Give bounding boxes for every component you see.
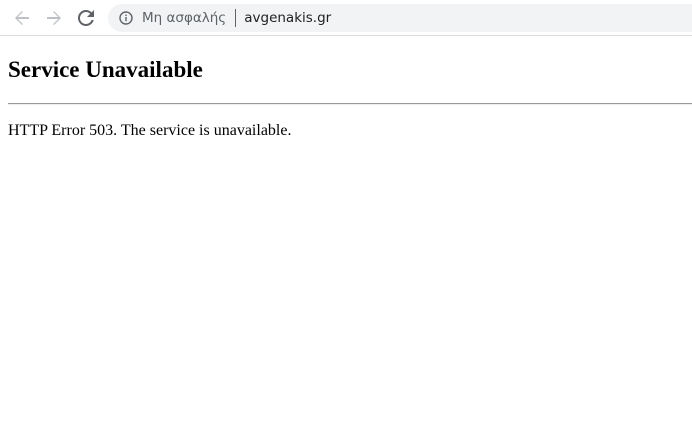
back-arrow-icon [15,11,29,25]
browser-toolbar: Μη ασφαλής avgenakis.gr [0,0,692,36]
url-text[interactable]: avgenakis.gr [244,10,331,26]
reload-button[interactable] [74,6,98,30]
address-divider [235,9,237,27]
divider [8,103,692,105]
forward-button[interactable] [42,6,66,30]
info-icon[interactable] [118,10,134,26]
page-title: Service Unavailable [8,57,203,82]
reload-icon [78,10,94,26]
error-message: HTTP Error 503. The service is unavailab… [8,122,292,139]
security-status-label[interactable]: Μη ασφαλής [142,10,226,26]
address-bar[interactable]: Μη ασφαλής avgenakis.gr [108,4,692,32]
forward-arrow-icon [47,11,61,25]
back-button[interactable] [10,6,34,30]
